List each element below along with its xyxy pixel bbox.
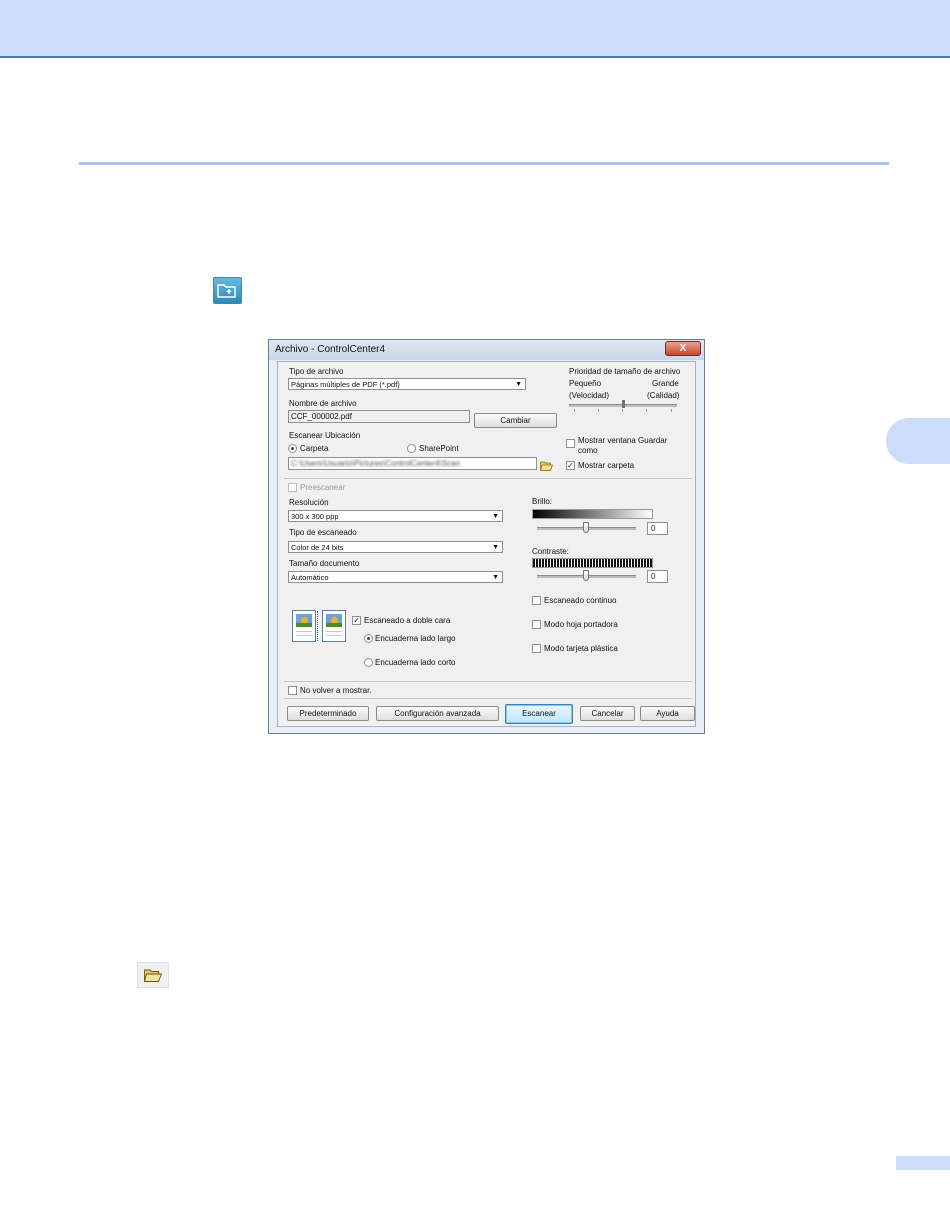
prescan-label: Preescanear	[300, 483, 346, 492]
chevron-down-icon: ▼	[492, 544, 499, 551]
scan-to-file-icon	[213, 277, 242, 304]
binding-edge-icon	[317, 611, 321, 641]
carrier-sheet-checkbox[interactable]	[532, 620, 541, 629]
contrast-value-field[interactable]: 0	[647, 570, 668, 583]
continuous-scan-checkbox[interactable]	[532, 596, 541, 605]
page-number-tab	[896, 1156, 950, 1170]
file-size-slider-thumb[interactable]	[622, 400, 625, 408]
short-edge-label: Encuaderna lado corto	[375, 658, 456, 667]
chevron-down-icon: ▼	[515, 381, 522, 388]
dialog-titlebar: Archivo - ControlCenter4 X	[269, 340, 704, 360]
contrast-label: Contraste:	[532, 547, 569, 556]
chevron-down-icon: ▼	[492, 513, 499, 520]
dont-show-again-checkbox[interactable]	[288, 686, 297, 695]
short-edge-radio[interactable]	[364, 658, 373, 667]
contrast-slider-thumb[interactable]	[583, 570, 589, 581]
open-folder-icon	[137, 962, 169, 988]
page-front-icon	[292, 610, 316, 642]
divider	[284, 478, 692, 479]
show-folder-checkbox[interactable]: ✓	[566, 461, 575, 470]
change-button[interactable]: Cambiar	[474, 413, 557, 428]
size-large-label: Grande	[652, 379, 679, 388]
page-header-band	[0, 0, 950, 58]
prescan-checkbox[interactable]	[288, 483, 297, 492]
file-type-value: Páginas múltiples de PDF (*.pdf)	[291, 380, 400, 389]
document-size-label: Tamaño documento	[289, 559, 360, 568]
slider-tick	[622, 409, 623, 412]
chapter-side-tab	[886, 418, 950, 464]
scan-type-value: Color de 24 bits	[291, 543, 344, 552]
scan-location-label: Escanear Ubicación	[289, 431, 361, 440]
brightness-gradient	[532, 509, 653, 519]
default-button[interactable]: Predeterminado	[287, 706, 369, 721]
plastic-card-label: Modo tarjeta plástica	[544, 644, 618, 653]
brightness-slider-thumb[interactable]	[583, 522, 589, 533]
section-rule	[79, 162, 889, 165]
resolution-value: 300 x 300 ppp	[291, 512, 339, 521]
size-small-sublabel: (Velocidad)	[569, 391, 610, 400]
document-size-value: Automático	[291, 573, 329, 582]
scan-button[interactable]: Escanear	[505, 704, 573, 724]
continuous-scan-label: Escaneado continuo	[544, 596, 617, 605]
long-edge-radio[interactable]	[364, 634, 373, 643]
document-size-select[interactable]: Automático ▼	[288, 571, 503, 583]
scan-type-label: Tipo de escaneado	[289, 528, 357, 537]
slider-tick	[646, 409, 647, 412]
show-folder-label: Mostrar carpeta	[578, 461, 635, 470]
slider-tick	[671, 409, 672, 412]
resolution-label: Resolución	[289, 498, 329, 507]
help-button[interactable]: Ayuda	[640, 706, 695, 721]
cancel-button[interactable]: Cancelar	[580, 706, 635, 721]
brightness-value-field[interactable]: 0	[647, 522, 668, 535]
sharepoint-radio-label: SharePoint	[419, 444, 459, 453]
plastic-card-checkbox[interactable]	[532, 644, 541, 653]
carrier-sheet-label: Modo hoja portadora	[544, 620, 618, 629]
resolution-select[interactable]: 300 x 300 ppp ▼	[288, 510, 503, 522]
divider	[284, 698, 692, 699]
file-name-field[interactable]: CCF_000002.pdf	[288, 410, 470, 423]
show-save-window-checkbox[interactable]	[566, 439, 575, 448]
duplex-scan-label: Escaneado a doble cara	[364, 616, 451, 625]
chevron-down-icon: ▼	[492, 574, 499, 581]
page-back-icon	[322, 610, 346, 642]
scan-type-select[interactable]: Color de 24 bits ▼	[288, 541, 503, 553]
close-button[interactable]: X	[665, 341, 701, 356]
slider-tick	[598, 409, 599, 412]
file-name-label: Nombre de archivo	[289, 399, 357, 408]
dialog-client-area: Tipo de archivo Páginas múltiples de PDF…	[277, 361, 696, 727]
show-save-window-label-2: como	[578, 446, 598, 455]
duplex-scan-checkbox[interactable]: ✓	[352, 616, 361, 625]
controlcenter-file-dialog: Archivo - ControlCenter4 X Tipo de archi…	[268, 339, 705, 734]
advanced-settings-button[interactable]: Configuración avanzada	[376, 706, 499, 721]
slider-tick	[574, 409, 575, 412]
dont-show-again-label: No volver a mostrar.	[300, 686, 372, 695]
size-large-sublabel: (Calidad)	[647, 391, 680, 400]
browse-folder-icon[interactable]	[539, 458, 554, 471]
brightness-label: Brillo:	[532, 497, 553, 506]
contrast-pattern	[532, 558, 653, 568]
scan-path-value: C:\Users\Usuario\Pictures\ControlCenter4…	[291, 459, 460, 468]
dialog-title: Archivo - ControlCenter4	[275, 344, 386, 355]
scan-path-field[interactable]: C:\Users\Usuario\Pictures\ControlCenter4…	[288, 457, 537, 470]
long-edge-label: Encuaderna lado largo	[375, 634, 456, 643]
sharepoint-radio[interactable]	[407, 444, 416, 453]
size-small-label: Pequeño	[569, 379, 602, 388]
file-type-select[interactable]: Páginas múltiples de PDF (*.pdf) ▼	[288, 378, 526, 390]
file-size-priority-title: Prioridad de tamaño de archivo	[569, 367, 681, 376]
file-type-label: Tipo de archivo	[289, 367, 344, 376]
duplex-preview-image	[290, 609, 348, 643]
show-save-window-label: Mostrar ventana Guardar	[578, 436, 668, 445]
folder-radio[interactable]	[288, 444, 297, 453]
folder-radio-label: Carpeta	[300, 444, 329, 453]
divider	[284, 681, 692, 682]
